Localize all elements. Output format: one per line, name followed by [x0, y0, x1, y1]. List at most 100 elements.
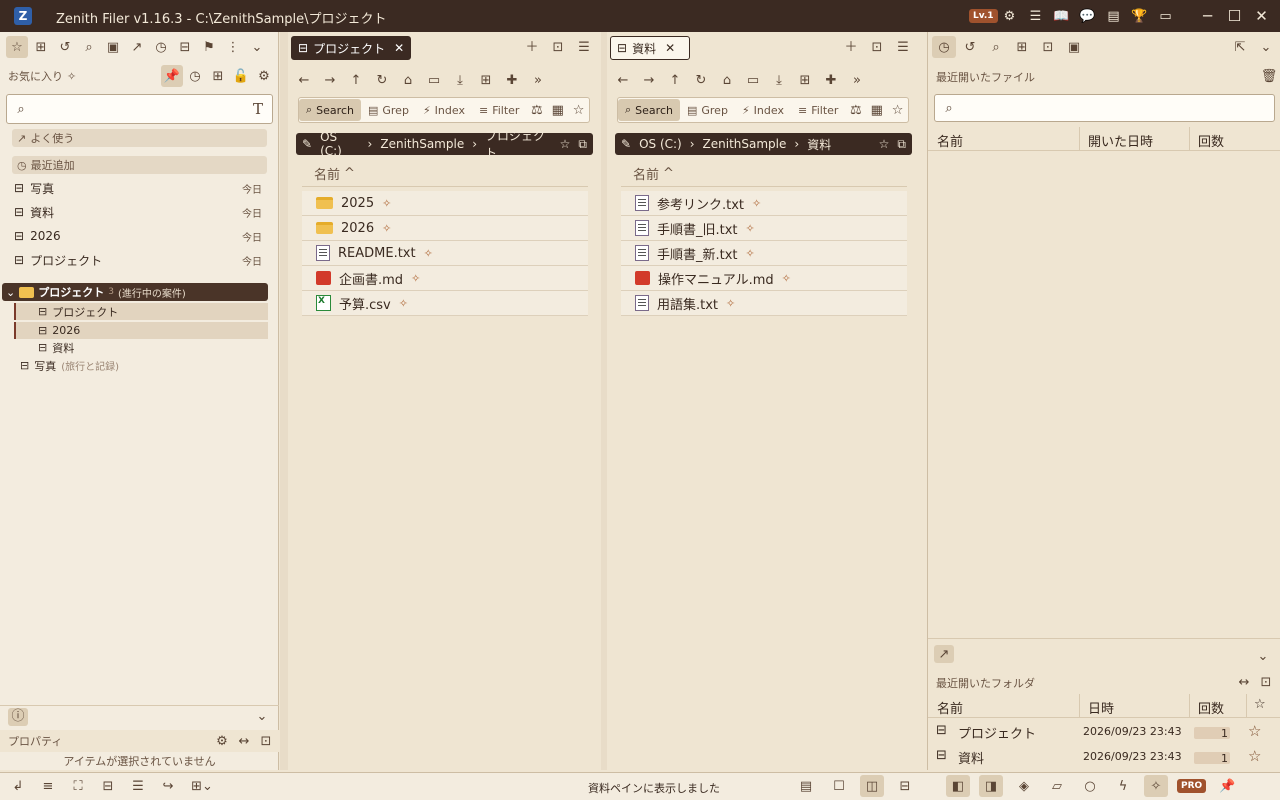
return-icon[interactable]: ↲ — [6, 775, 30, 797]
new-folder-icon[interactable]: ⊞ — [793, 69, 817, 91]
crumb-item[interactable]: 資料 — [807, 136, 831, 153]
list-icon[interactable]: ☰ — [126, 775, 150, 797]
table-row[interactable]: ⊟ プロジェクト 2026/09/23 23:43 1 ☆ — [928, 720, 1280, 745]
table-row[interactable]: 企画書.md ✧ — [302, 266, 588, 291]
scale-icon[interactable]: ⚖ — [526, 99, 547, 121]
tree-item[interactable]: ⊟ 資料 — [14, 339, 268, 356]
refresh-icon[interactable]: ↻ — [689, 69, 713, 91]
list-item[interactable]: ⊟ 写真 今日 — [14, 178, 262, 198]
tab-project[interactable]: ⊟ プロジェクト ✕ — [291, 36, 412, 60]
panel-icon[interactable]: ⊟ — [96, 775, 120, 797]
menu-icon[interactable]: ☰ — [1024, 5, 1047, 27]
document-icon[interactable]: ▤ — [794, 775, 818, 797]
download-icon[interactable]: ⤓ — [767, 69, 791, 91]
clock-icon[interactable]: ◷ — [184, 65, 206, 87]
recent-files-search-input[interactable]: ⌕ — [934, 94, 1275, 122]
close-icon[interactable]: ✕ — [1250, 5, 1273, 27]
left-panel-icon[interactable]: ◧ — [946, 775, 970, 797]
collapse-icon[interactable]: ⊡ — [1255, 671, 1277, 693]
briefcase-icon[interactable]: ▣ — [102, 36, 124, 58]
chevron-down-icon[interactable]: ⌄ — [246, 36, 268, 58]
resize-icon[interactable]: ↔ — [1233, 671, 1255, 693]
bookmark-icon[interactable]: ⚑ — [198, 36, 220, 58]
trash-icon[interactable]: 🗑 — [1258, 65, 1280, 87]
tree-item[interactable]: ⊟ 写真 (旅行と記録) — [20, 357, 274, 374]
gear-icon[interactable]: ⚙ — [998, 5, 1021, 27]
chevron-down-icon[interactable]: ⌄ — [1252, 645, 1274, 667]
new-folder-icon[interactable]: ⊞ — [474, 69, 498, 91]
gear-icon[interactable]: ⚙ — [211, 730, 233, 752]
sparkle-icon[interactable]: ✧ — [1144, 775, 1168, 797]
scale-icon[interactable]: ⚖ — [845, 99, 866, 121]
desktop-icon[interactable]: ▭ — [422, 69, 446, 91]
calendar-icon[interactable]: ▦ — [547, 99, 568, 121]
feedback-icon[interactable]: ▭ — [1154, 5, 1177, 27]
history-icon[interactable]: ↺ — [54, 36, 76, 58]
history-icon[interactable]: ↺ — [958, 36, 982, 58]
refresh-icon[interactable]: ↻ — [370, 69, 394, 91]
new-file-icon[interactable]: ✚ — [500, 69, 524, 91]
home-icon[interactable]: ⌂ — [396, 69, 420, 91]
table-row[interactable]: 2026 ✧ — [302, 216, 588, 241]
forward-icon[interactable]: → — [318, 69, 342, 91]
star-icon[interactable]: ☆ — [568, 99, 589, 121]
filter-button[interactable]: ≡ Filter — [472, 99, 526, 121]
collapse-icon[interactable]: ⊡ — [255, 730, 277, 752]
col-opened[interactable]: 開いた日時 — [1088, 131, 1153, 150]
drive-icon[interactable]: ⊟ — [174, 36, 196, 58]
crumb-item[interactable]: プロジェクト — [485, 127, 552, 161]
text-icon[interactable]: T — [247, 98, 269, 120]
briefcase-icon[interactable]: ▣ — [1062, 36, 1086, 58]
table-row[interactable]: README.txt ✧ — [302, 241, 588, 266]
clock-icon[interactable]: ◷ — [932, 36, 956, 58]
dual-pane-icon[interactable]: ◫ — [860, 775, 884, 797]
search-icon[interactable]: ⌕ — [78, 36, 100, 58]
align-icon[interactable]: ≡ — [36, 775, 60, 797]
split-horizontal-icon[interactable]: ⊟ — [893, 775, 917, 797]
plus-icon[interactable]: ＋ — [520, 36, 544, 58]
list-item[interactable]: ⊟ 資料 今日 — [14, 202, 262, 222]
list-icon[interactable]: ☰ — [572, 36, 596, 58]
star-icon[interactable]: ☆ — [6, 36, 28, 58]
more-icon[interactable]: » — [845, 69, 869, 91]
plus-icon[interactable]: ＋ — [839, 36, 863, 58]
right-panel-icon[interactable]: ◨ — [979, 775, 1003, 797]
more-icon[interactable]: ⋮ — [222, 36, 244, 58]
grep-button[interactable]: ▤ Grep — [361, 99, 416, 121]
table-row[interactable]: 用語集.txt ✧ — [621, 291, 907, 316]
pin-icon[interactable]: 📌 — [1215, 775, 1239, 797]
layout-icon[interactable]: ⊞⌄ — [186, 775, 218, 797]
col-name[interactable]: 名前 — [937, 131, 963, 150]
up-icon[interactable]: ↑ — [344, 69, 368, 91]
back-icon[interactable]: ← — [611, 69, 635, 91]
grep-button[interactable]: ▤ Grep — [680, 99, 735, 121]
folder-open-icon[interactable]: ▱ — [1045, 775, 1069, 797]
index-button[interactable]: ⚡ Index — [735, 99, 791, 121]
table-row[interactable]: 参考リンク.txt ✧ — [621, 191, 907, 216]
terminal-icon[interactable]: ⊡ — [546, 36, 570, 58]
filter-button[interactable]: ≡ Filter — [791, 99, 845, 121]
crumb-item[interactable]: OS (C:) — [639, 137, 682, 151]
col-count[interactable]: 回数 — [1198, 131, 1224, 150]
close-icon[interactable]: ✕ — [394, 41, 404, 55]
index-button[interactable]: ⚡ Index — [416, 99, 472, 121]
new-file-icon[interactable]: ✚ — [819, 69, 843, 91]
star-icon[interactable]: ☆ — [879, 137, 890, 151]
table-row[interactable]: ⊟ 資料 2026/09/23 23:43 1 ☆ — [928, 745, 1280, 770]
col-date[interactable]: 日時 — [1088, 698, 1114, 717]
download-icon[interactable]: ⤓ — [448, 69, 472, 91]
chat-icon[interactable]: 💬 — [1076, 5, 1099, 27]
back-icon[interactable]: ← — [292, 69, 316, 91]
single-pane-icon[interactable]: ☐ — [827, 775, 851, 797]
lock-icon[interactable]: 🔓 — [230, 65, 252, 87]
crumb-item[interactable]: ZenithSample — [703, 137, 787, 151]
pro-badge[interactable]: PRO — [1177, 779, 1207, 793]
up-icon[interactable]: ↑ — [663, 69, 687, 91]
clipboard-icon[interactable]: ▤ — [1102, 5, 1125, 27]
frequent-section[interactable]: ↗ よく使う — [12, 129, 267, 147]
table-row[interactable]: 2025 ✧ — [302, 191, 588, 216]
desktop-icon[interactable]: ▭ — [741, 69, 765, 91]
terminal-icon[interactable]: ⊡ — [865, 36, 889, 58]
crumb-item[interactable]: ZenithSample — [380, 137, 464, 151]
tree-icon[interactable]: ⊞ — [207, 65, 229, 87]
